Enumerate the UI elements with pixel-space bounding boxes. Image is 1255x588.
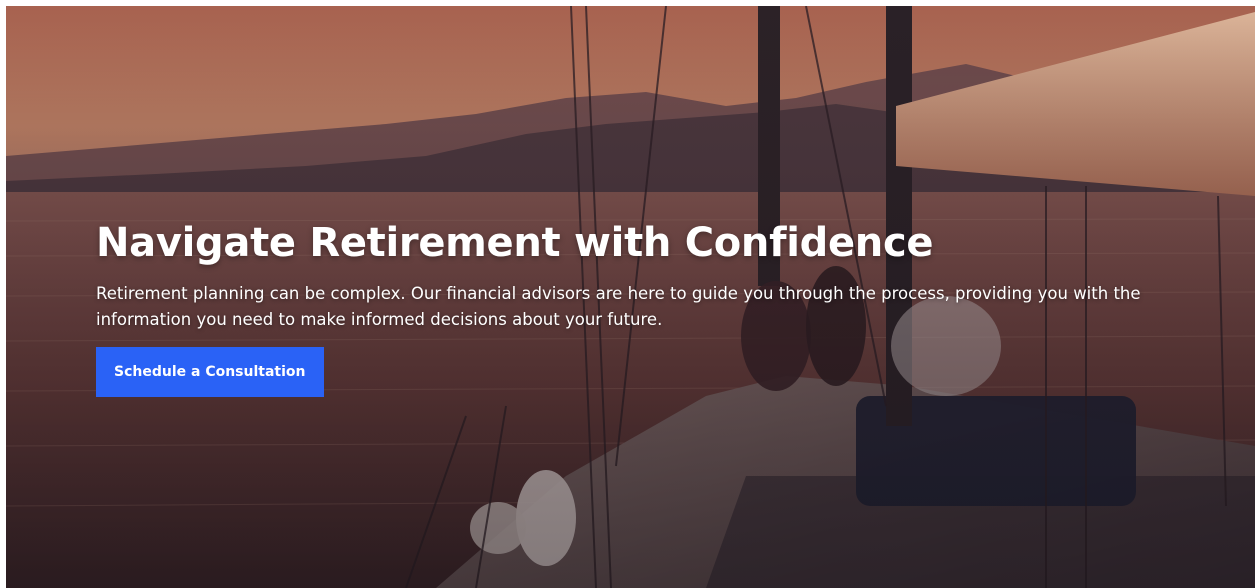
- hero-content: Navigate Retirement with Confidence Reti…: [96, 219, 1186, 397]
- hero-description: Retirement planning can be complex. Our …: [96, 284, 1141, 329]
- hero-title: Navigate Retirement with Confidence: [96, 220, 934, 266]
- schedule-consultation-button[interactable]: Schedule a Consultation: [96, 347, 324, 397]
- hero-banner: Navigate Retirement with Confidence Reti…: [6, 6, 1255, 588]
